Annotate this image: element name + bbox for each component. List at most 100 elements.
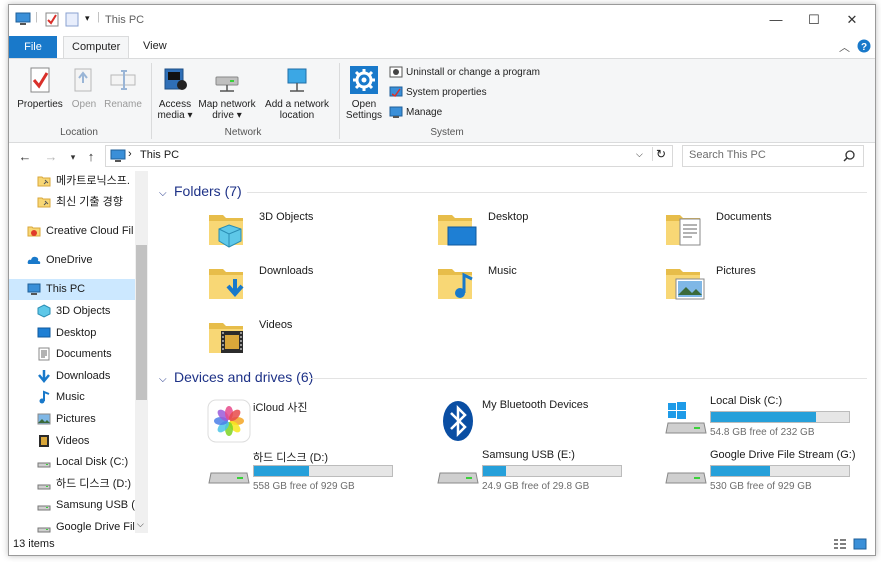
- open-button[interactable]: Open: [67, 65, 101, 110]
- recent-locations-button[interactable]: ▾: [65, 147, 81, 167]
- network-group-label: Network: [224, 127, 262, 138]
- nav-item-google-drive-file[interactable]: Google Drive File: [9, 517, 135, 533]
- nav-item-this-pc[interactable]: This PC: [9, 279, 135, 300]
- tab-file[interactable]: File: [9, 36, 57, 58]
- help-icon[interactable]: ?: [857, 39, 871, 53]
- nav-item-videos[interactable]: Videos: [9, 431, 135, 452]
- nav-item-onedrive[interactable]: OneDrive: [9, 250, 135, 271]
- folders-group-header[interactable]: ⌵ Folders (7): [159, 183, 242, 199]
- collapse-ribbon-icon[interactable]: ︿: [839, 39, 850, 55]
- drive-usage-bar: [710, 411, 850, 423]
- manage-button[interactable]: Manage: [389, 105, 442, 121]
- address-dropdown-icon[interactable]: ⌵: [636, 149, 643, 160]
- drive-tile[interactable]: Samsung USB (E:) 24.9 GB free of 29.8 GB: [436, 449, 666, 499]
- nav-item-3d-objects[interactable]: 3D Objects: [9, 301, 135, 322]
- settings-gear-icon: [350, 66, 378, 94]
- nav-item-downloads[interactable]: Downloads: [9, 366, 135, 387]
- open-settings-button[interactable]: Open Settings: [343, 65, 385, 121]
- customize-toolbar-icon[interactable]: ▾: [85, 13, 90, 24]
- devices-group-header[interactable]: ⌵ Devices and drives (6): [159, 369, 313, 385]
- drive-icon: [37, 520, 51, 533]
- search-box[interactable]: Search This PC: [682, 145, 864, 167]
- nav-item-desktop[interactable]: Desktop: [9, 323, 135, 344]
- access-media-button[interactable]: Access media ▾: [155, 65, 195, 121]
- folder-tile[interactable]: Documents: [664, 207, 875, 255]
- drive-usage-fill: [254, 466, 310, 476]
- map-network-drive-button[interactable]: Map network drive ▾: [195, 65, 259, 121]
- device-tile[interactable]: My Bluetooth Devices: [436, 395, 666, 445]
- device-tile[interactable]: iCloud 사진: [207, 395, 437, 445]
- drive-tile[interactable]: 하드 디스크 (D:) 558 GB free of 929 GB: [207, 449, 437, 499]
- tab-computer[interactable]: Computer: [63, 36, 130, 59]
- details-view-icon[interactable]: [833, 538, 847, 550]
- up-button[interactable]: ↑: [83, 147, 99, 167]
- nav-item-local-disk-c[interactable]: Local Disk (C:): [9, 452, 135, 473]
- new-folder-quick-icon[interactable]: [65, 12, 79, 27]
- properties-quick-icon[interactable]: [45, 12, 59, 27]
- nav-item-최신-기출-경향[interactable]: 최신 기출 경향: [9, 192, 135, 213]
- uninstall-program-button[interactable]: Uninstall or change a program: [389, 65, 540, 81]
- drive-usage-fill: [711, 466, 771, 476]
- drive-icon: [37, 477, 51, 491]
- device-name: iCloud 사진: [253, 402, 308, 414]
- scroll-down-icon[interactable]: ⌵: [137, 519, 144, 530]
- device-name: My Bluetooth Devices: [482, 399, 589, 411]
- group-divider: [309, 378, 867, 379]
- tab-view[interactable]: View: [135, 36, 175, 57]
- nav-item-samsung-usb-e[interactable]: Samsung USB (E: [9, 495, 135, 516]
- breadcrumb[interactable]: This PC: [140, 149, 179, 161]
- folder-tile[interactable]: Pictures: [664, 261, 875, 309]
- search-input[interactable]: Search This PC: [689, 149, 766, 161]
- add-network-location-button[interactable]: Add a network location: [261, 65, 333, 121]
- folder-tile[interactable]: Downloads: [207, 261, 427, 309]
- drive-free-space: 530 GB free of 929 GB: [710, 481, 812, 492]
- drive-tile[interactable]: Google Drive File Stream (G:) 530 GB free…: [664, 449, 875, 499]
- manage-label: Manage: [406, 107, 443, 118]
- maximize-button[interactable]: ☐: [795, 9, 833, 31]
- access-media-label-2: media ▾: [157, 110, 193, 121]
- refresh-icon[interactable]: ↻: [652, 147, 666, 161]
- forward-button[interactable]: →: [43, 147, 59, 167]
- nav-item-label: Samsung USB (E: [56, 499, 135, 511]
- nav-item-하드-디스크-d[interactable]: 하드 디스크 (D:): [9, 474, 135, 495]
- pictures-icon: [37, 412, 51, 426]
- icloud-photos-icon: [207, 399, 251, 443]
- drive-free-space: 558 GB free of 929 GB: [253, 481, 355, 492]
- drive-tile[interactable]: Local Disk (C:) 54.8 GB free of 232 GB: [664, 395, 875, 445]
- close-button[interactable]: ✕: [833, 9, 871, 31]
- rename-button[interactable]: Rename: [103, 65, 143, 110]
- properties-button[interactable]: Properties: [15, 65, 65, 110]
- group-separator: [151, 63, 152, 139]
- address-bar[interactable]: › This PC ⌵ ↻: [105, 145, 673, 167]
- folder-name: Music: [488, 265, 517, 277]
- nav-item-label: 메카트로닉스프.: [56, 175, 130, 187]
- search-icon[interactable]: [843, 150, 855, 162]
- system-properties-button[interactable]: System properties: [389, 85, 487, 101]
- drive-icon: [37, 455, 51, 469]
- folder-name: Documents: [716, 211, 772, 223]
- nav-item-creative-cloud-fil[interactable]: Creative Cloud Fil: [9, 221, 135, 242]
- folder-tile[interactable]: Music: [436, 261, 656, 309]
- nav-scrollbar-thumb[interactable]: [136, 245, 147, 400]
- nav-item-music[interactable]: Music: [9, 387, 135, 408]
- nav-item-메카트로닉스프[interactable]: 메카트로닉스프.: [9, 171, 135, 192]
- nav-item-label: Local Disk (C:): [56, 456, 129, 468]
- folder-tile[interactable]: Videos: [207, 315, 427, 363]
- collapse-chevron-icon[interactable]: ⌵: [159, 374, 171, 385]
- onedrive-icon: [27, 253, 41, 267]
- drive-usage-bar: [482, 465, 622, 477]
- drive-icon: [37, 498, 51, 512]
- nav-item-documents[interactable]: Documents: [9, 344, 135, 365]
- nav-item-pictures[interactable]: Pictures: [9, 409, 135, 430]
- rename-label: Rename: [104, 99, 142, 110]
- desktop-icon: [37, 326, 51, 340]
- folder-tile[interactable]: 3D Objects: [207, 207, 427, 255]
- back-button[interactable]: ←: [17, 147, 33, 167]
- large-icons-view-icon[interactable]: [853, 538, 867, 550]
- collapse-chevron-icon[interactable]: ⌵: [159, 188, 171, 199]
- minimize-button[interactable]: —: [757, 9, 795, 31]
- music-icon: [37, 390, 51, 404]
- breadcrumb-chevron-icon[interactable]: ›: [128, 148, 132, 160]
- folder-tile[interactable]: Desktop: [436, 207, 656, 255]
- nav-item-label: Videos: [56, 435, 90, 447]
